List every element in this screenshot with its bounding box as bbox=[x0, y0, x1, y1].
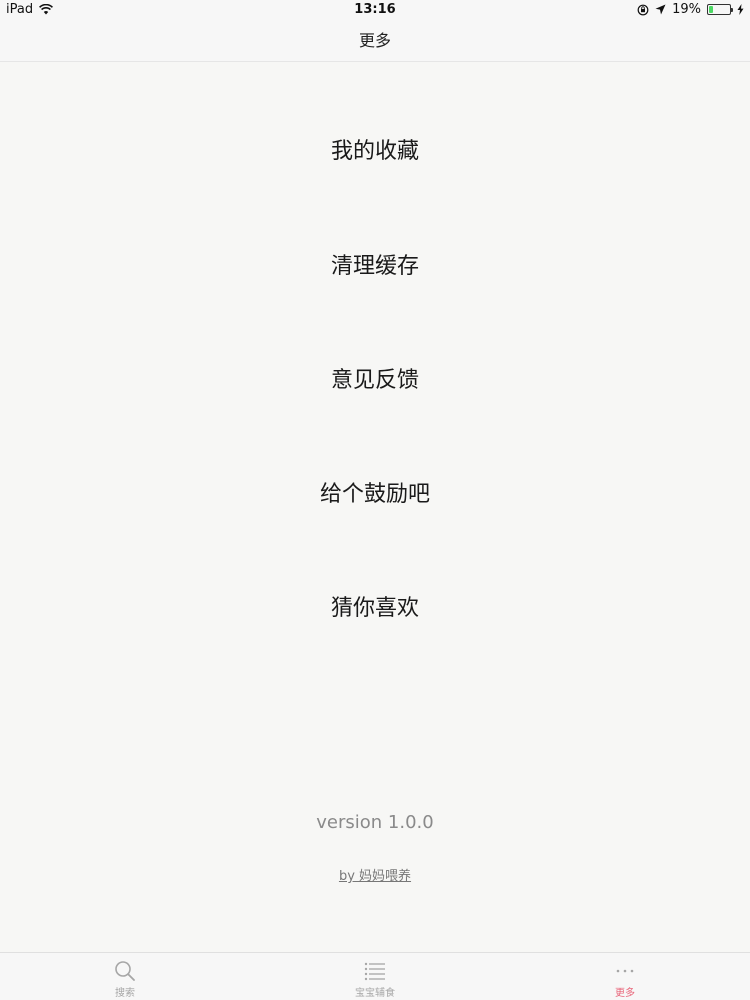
nav-bar: 更多 bbox=[0, 20, 750, 62]
menu-item-favorites[interactable]: 我的收藏 bbox=[0, 122, 750, 182]
menu-item-clear-cache[interactable]: 清理缓存 bbox=[0, 237, 750, 297]
location-arrow-icon bbox=[655, 4, 666, 15]
status-bar: iPad 13:16 19% bbox=[0, 0, 750, 20]
tab-baby-food[interactable]: 宝宝辅食 bbox=[250, 953, 500, 1000]
by-credit-link[interactable]: by 妈妈喂养 bbox=[339, 869, 411, 884]
page-title: 更多 bbox=[358, 31, 391, 50]
menu-item-feedback[interactable]: 意见反馈 bbox=[0, 351, 750, 411]
tab-more-label: 更多 bbox=[615, 988, 635, 999]
list-icon bbox=[364, 962, 385, 981]
tab-more[interactable]: 更多 bbox=[500, 953, 750, 1000]
tab-search-label: 搜索 bbox=[115, 988, 135, 999]
by-credit: by 妈妈喂养 bbox=[0, 865, 750, 884]
charging-bolt-icon bbox=[737, 4, 744, 15]
tab-bar: 搜索 宝宝辅食 更多 bbox=[0, 952, 750, 1000]
tab-search[interactable]: 搜索 bbox=[0, 953, 250, 1000]
menu-list: 我的收藏 清理缓存 意见反馈 给个鼓励吧 猜你喜欢 bbox=[0, 62, 750, 662]
battery-icon bbox=[707, 4, 733, 15]
version-text: version 1.0.0 bbox=[316, 812, 434, 833]
menu-item-you-may-like[interactable]: 猜你喜欢 bbox=[0, 579, 750, 639]
battery-fill bbox=[709, 6, 713, 13]
search-icon bbox=[115, 961, 135, 981]
battery-percent: 19% bbox=[672, 2, 701, 17]
menu-item-encourage[interactable]: 给个鼓励吧 bbox=[0, 465, 750, 525]
orientation-lock-icon bbox=[637, 4, 649, 15]
status-right: 19% bbox=[637, 2, 744, 17]
tab-baby-food-label: 宝宝辅食 bbox=[355, 988, 395, 999]
more-icon bbox=[616, 969, 634, 973]
